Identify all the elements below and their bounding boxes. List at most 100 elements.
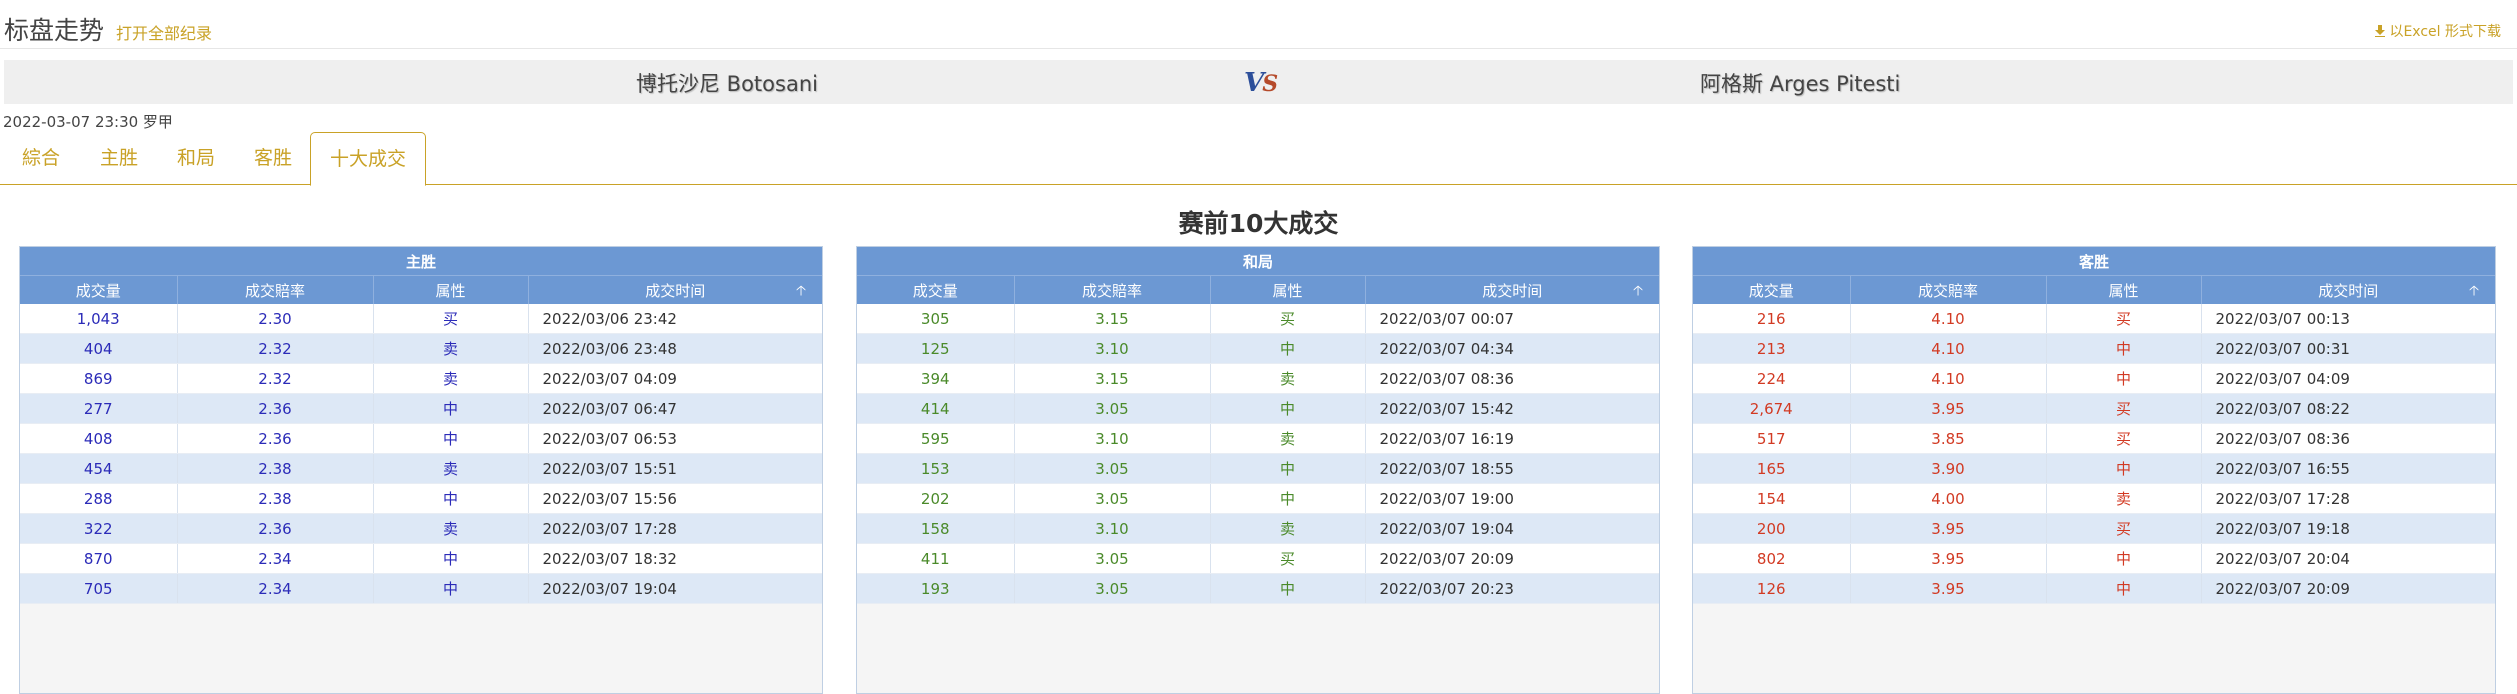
table-row: 2,674 3.95 买 2022/03/07 08:22 bbox=[1693, 393, 2495, 424]
column-header-time[interactable]: 成交时间 🡡 bbox=[2201, 275, 2495, 304]
cell-attribute: 中 bbox=[1210, 483, 1366, 514]
cell-volume: 288 bbox=[20, 483, 178, 514]
tab-home-win[interactable]: 主胜 bbox=[88, 132, 150, 184]
cell-attribute: 中 bbox=[2046, 363, 2202, 394]
cell-time: 2022/03/07 06:47 bbox=[528, 393, 822, 424]
cell-volume: 224 bbox=[1693, 363, 1851, 394]
cell-odds: 2.34 bbox=[177, 543, 374, 574]
draw-trades-table: 和局 成交量 成交賠率 属性 成交时间 🡡 305 3.15 买 2022/03/07 … bbox=[857, 247, 1659, 604]
cell-odds: 2.34 bbox=[177, 573, 374, 604]
cell-attribute: 卖 bbox=[2046, 483, 2202, 514]
cell-odds: 3.05 bbox=[1014, 453, 1211, 484]
cell-time: 2022/03/07 19:04 bbox=[528, 573, 822, 604]
cell-volume: 165 bbox=[1693, 453, 1851, 484]
cell-odds: 3.05 bbox=[1014, 543, 1211, 574]
cell-odds: 3.15 bbox=[1014, 363, 1211, 394]
cell-volume: 125 bbox=[857, 333, 1015, 364]
match-vs-bar: 博托沙尼 Botosani VS 阿格斯 Arges Pitesti bbox=[4, 60, 2513, 104]
away-team-name: 阿格斯 Arges Pitesti bbox=[1700, 72, 1901, 96]
vs-logo: VS bbox=[1244, 68, 1278, 98]
cell-time: 2022/03/07 16:55 bbox=[2201, 453, 2495, 484]
cell-attribute: 中 bbox=[1210, 453, 1366, 484]
download-icon bbox=[2375, 25, 2386, 37]
match-datetime-league: 2022-03-07 23:30 罗甲 bbox=[3, 113, 173, 131]
column-header-attribute[interactable]: 属性 bbox=[1210, 275, 1366, 304]
cell-odds: 2.30 bbox=[177, 304, 374, 334]
cell-volume: 193 bbox=[857, 573, 1015, 604]
cell-volume: 411 bbox=[857, 543, 1015, 574]
tab-top-ten-trades[interactable]: 十大成交 bbox=[310, 132, 426, 186]
cell-volume: 158 bbox=[857, 513, 1015, 544]
table-row: 414 3.05 中 2022/03/07 15:42 bbox=[857, 393, 1659, 424]
away-win-trades-panel: 客胜 成交量 成交賠率 属性 成交时间 🡡 216 4.10 买 2022/03/07 … bbox=[1692, 246, 2496, 694]
table-row: 705 2.34 中 2022/03/07 19:04 bbox=[20, 573, 822, 604]
table-row: 305 3.15 买 2022/03/07 00:07 bbox=[857, 304, 1659, 334]
cell-volume: 705 bbox=[20, 573, 178, 604]
column-header-odds[interactable]: 成交賠率 bbox=[177, 275, 374, 304]
cell-odds: 3.05 bbox=[1014, 573, 1211, 604]
cell-time: 2022/03/07 20:23 bbox=[1365, 573, 1659, 604]
table-row: 154 4.00 卖 2022/03/07 17:28 bbox=[1693, 483, 2495, 514]
cell-attribute: 中 bbox=[373, 393, 529, 424]
column-header-volume[interactable]: 成交量 bbox=[857, 275, 1015, 304]
open-all-records-link[interactable]: 打开全部纪录 bbox=[116, 20, 212, 44]
column-header-attribute[interactable]: 属性 bbox=[2046, 275, 2202, 304]
cell-volume: 595 bbox=[857, 423, 1015, 454]
cell-odds: 4.10 bbox=[1850, 333, 2047, 364]
cell-volume: 153 bbox=[857, 453, 1015, 484]
table-row: 322 2.36 卖 2022/03/07 17:28 bbox=[20, 513, 822, 544]
cell-time: 2022/03/07 04:09 bbox=[2201, 363, 2495, 394]
cell-volume: 126 bbox=[1693, 573, 1851, 604]
column-header-odds[interactable]: 成交賠率 bbox=[1850, 275, 2047, 304]
cell-odds: 2.32 bbox=[177, 363, 374, 394]
page-title: 标盘走势 bbox=[4, 16, 105, 45]
cell-time: 2022/03/06 23:42 bbox=[528, 304, 822, 334]
cell-volume: 154 bbox=[1693, 483, 1851, 514]
export-excel-link[interactable]: 以Excel 形式下载 bbox=[2375, 21, 2501, 41]
sort-arrow-icon[interactable]: 🡡 bbox=[1633, 280, 1643, 304]
cell-time: 2022/03/07 06:53 bbox=[528, 423, 822, 454]
sort-arrow-icon[interactable]: 🡡 bbox=[796, 280, 806, 304]
cell-odds: 2.36 bbox=[177, 423, 374, 454]
table-row: 517 3.85 买 2022/03/07 08:36 bbox=[1693, 423, 2495, 454]
cell-odds: 3.85 bbox=[1850, 423, 2047, 454]
cell-volume: 454 bbox=[20, 453, 178, 484]
cell-volume: 870 bbox=[20, 543, 178, 574]
column-header-time[interactable]: 成交时间 🡡 bbox=[528, 275, 822, 304]
table-row: 277 2.36 中 2022/03/07 06:47 bbox=[20, 393, 822, 424]
away-win-trades-table: 客胜 成交量 成交賠率 属性 成交时间 🡡 216 4.10 买 2022/03/07 … bbox=[1693, 247, 2495, 604]
cell-odds: 3.05 bbox=[1014, 483, 1211, 514]
table-caption: 主胜 bbox=[20, 247, 822, 276]
cell-attribute: 中 bbox=[2046, 543, 2202, 574]
cell-odds: 3.95 bbox=[1850, 393, 2047, 424]
table-row: 153 3.05 中 2022/03/07 18:55 bbox=[857, 453, 1659, 484]
cell-time: 2022/03/07 08:36 bbox=[1365, 363, 1659, 394]
cell-volume: 414 bbox=[857, 393, 1015, 424]
cell-time: 2022/03/07 17:28 bbox=[528, 513, 822, 544]
tab-away-win[interactable]: 客胜 bbox=[242, 132, 304, 184]
tab-overview[interactable]: 綜合 bbox=[10, 132, 72, 184]
cell-time: 2022/03/07 15:42 bbox=[1365, 393, 1659, 424]
table-row: 200 3.95 买 2022/03/07 19:18 bbox=[1693, 513, 2495, 544]
cell-attribute: 中 bbox=[2046, 453, 2202, 484]
cell-attribute: 中 bbox=[373, 573, 529, 604]
cell-time: 2022/03/07 00:31 bbox=[2201, 333, 2495, 364]
table-row: 213 4.10 中 2022/03/07 00:31 bbox=[1693, 333, 2495, 364]
table-row: 125 3.10 中 2022/03/07 04:34 bbox=[857, 333, 1659, 364]
cell-volume: 277 bbox=[20, 393, 178, 424]
column-header-volume[interactable]: 成交量 bbox=[1693, 275, 1851, 304]
column-header-attribute[interactable]: 属性 bbox=[373, 275, 529, 304]
column-header-time[interactable]: 成交时间 🡡 bbox=[1365, 275, 1659, 304]
cell-attribute: 中 bbox=[1210, 333, 1366, 364]
cell-odds: 2.36 bbox=[177, 513, 374, 544]
home-team-name: 博托沙尼 Botosani bbox=[636, 72, 818, 96]
column-header-odds[interactable]: 成交賠率 bbox=[1014, 275, 1211, 304]
cell-odds: 4.10 bbox=[1850, 304, 2047, 334]
cell-attribute: 买 bbox=[2046, 304, 2202, 334]
column-header-volume[interactable]: 成交量 bbox=[20, 275, 178, 304]
tab-draw[interactable]: 和局 bbox=[165, 132, 227, 184]
cell-time: 2022/03/07 17:28 bbox=[2201, 483, 2495, 514]
table-row: 411 3.05 买 2022/03/07 20:09 bbox=[857, 543, 1659, 574]
sort-arrow-icon[interactable]: 🡡 bbox=[2469, 280, 2479, 304]
cell-time: 2022/03/07 08:22 bbox=[2201, 393, 2495, 424]
